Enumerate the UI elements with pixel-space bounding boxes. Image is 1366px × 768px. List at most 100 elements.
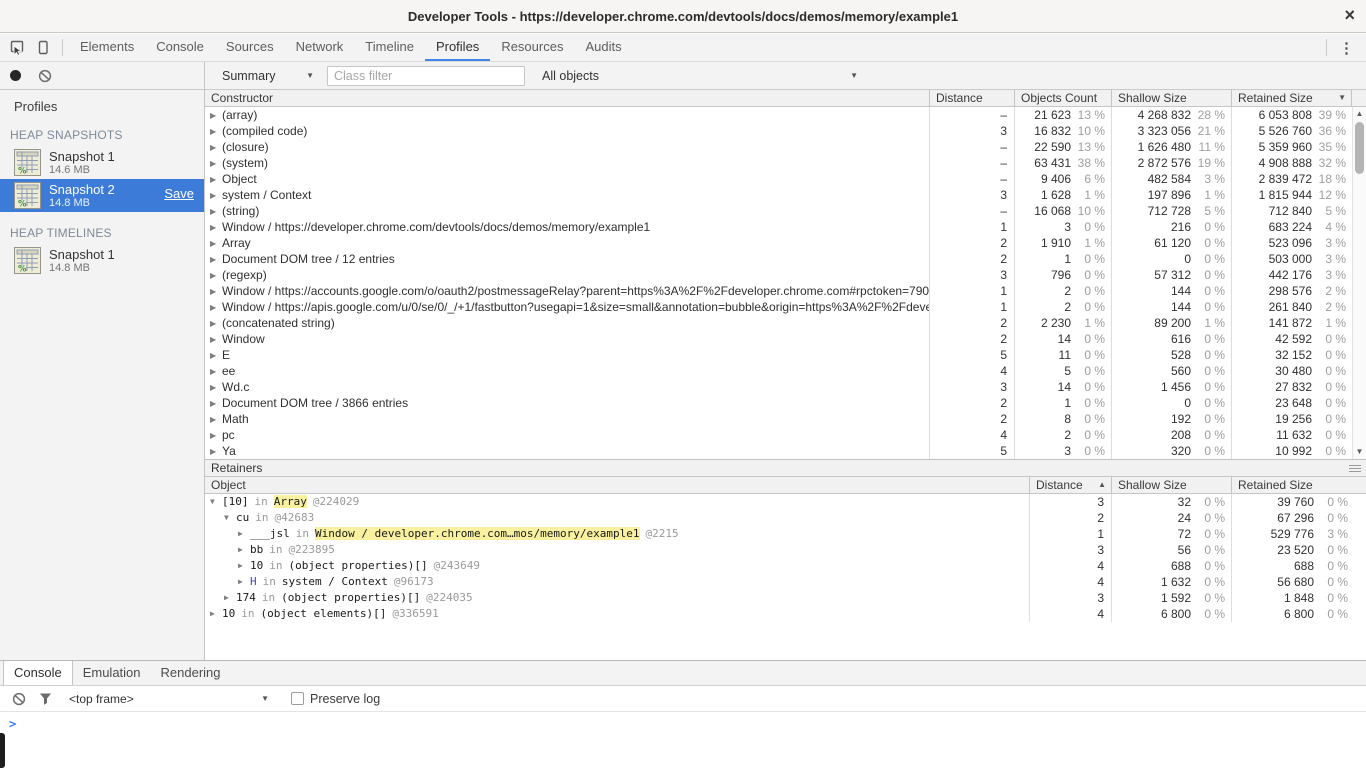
heap-table-row[interactable]: ▶(array)–21 62313 %4 268 83228 %6 053 80… [205,107,1366,123]
tab-profiles[interactable]: Profiles [425,34,490,61]
device-mode-icon[interactable] [30,38,56,58]
expand-arrow-icon[interactable]: ▶ [210,220,222,235]
objects-filter-select[interactable]: All objects ▼ [542,69,858,83]
retainers-row[interactable]: ▶___jslinWindow / developer.chrome.com…m… [205,526,1366,542]
tab-console[interactable]: Console [145,34,215,61]
save-link[interactable]: Save [164,186,194,201]
expand-arrow-icon[interactable]: ▶ [210,108,222,123]
collapse-arrow-icon[interactable]: ▼ [210,494,222,510]
heap-table-row[interactable]: ▶system / Context31 6281 %197 8961 %1 81… [205,187,1366,203]
column-header-distance[interactable]: Distance ▲ [1030,477,1112,493]
expand-arrow-icon[interactable]: ▶ [238,558,250,574]
expand-arrow-icon[interactable]: ▶ [210,316,222,331]
clear-profiles-icon[interactable] [38,69,52,83]
expand-arrow-icon[interactable]: ▶ [210,172,222,187]
heap-table-row[interactable]: ▶Wd.c3140 %1 4560 %27 8320 % [205,379,1366,395]
retainers-row[interactable]: ▶bbin@2238953560 %23 5200 % [205,542,1366,558]
retainers-row[interactable]: ▶10in(object properties)[]@24364946880 %… [205,558,1366,574]
drawer-tab-rendering[interactable]: Rendering [151,661,231,685]
filter-funnel-icon[interactable] [38,691,53,706]
retainers-row[interactable]: ▶10in(object elements)[]@33659146 8000 %… [205,606,1366,622]
preserve-log-checkbox[interactable] [291,692,304,705]
expand-arrow-icon[interactable]: ▶ [210,188,222,203]
heap-table-row[interactable]: ▶pc420 %2080 %11 6320 % [205,427,1366,443]
expand-arrow-icon[interactable]: ▶ [210,236,222,251]
inspect-element-icon[interactable] [4,38,30,58]
tab-elements[interactable]: Elements [69,34,145,61]
expand-arrow-icon[interactable]: ▶ [238,542,250,558]
column-header-retained-size[interactable]: Retained Size ▼ [1232,90,1352,106]
heap-table-row[interactable]: ▶(closure)–22 59013 %1 626 48011 %5 359 … [205,139,1366,155]
column-header-object[interactable]: Object [205,477,1030,493]
heap-table-row[interactable]: ▶Array21 9101 %61 1200 %523 0963 % [205,235,1366,251]
heap-table-row[interactable]: ▶(regexp)37960 %57 3120 %442 1763 % [205,267,1366,283]
scrollbar-thumb[interactable] [1355,122,1364,174]
retainers-row[interactable]: ▶174in(object properties)[]@22403531 592… [205,590,1366,606]
sidebar-item-snapshot[interactable]: %Snapshot 114.8 MB [0,244,204,277]
tab-sources[interactable]: Sources [215,34,285,61]
tab-network[interactable]: Network [285,34,355,61]
column-header-shallow-size[interactable]: Shallow Size [1112,90,1232,106]
heap-table-row[interactable]: ▶ee450 %5600 %30 4800 % [205,363,1366,379]
close-window-icon[interactable]: × [1344,0,1355,31]
heap-table-row[interactable]: ▶Window / https://accounts.google.com/o/… [205,283,1366,299]
expand-arrow-icon[interactable]: ▶ [210,396,222,411]
expand-arrow-icon[interactable]: ▶ [210,380,222,395]
sidebar-item-snapshot[interactable]: %Snapshot 214.8 MBSave [0,179,204,212]
scroll-down-icon[interactable]: ▼ [1353,446,1366,458]
column-header-shallow-size[interactable]: Shallow Size [1112,477,1232,493]
tab-timeline[interactable]: Timeline [354,34,425,61]
heap-table-row[interactable]: ▶(concatenated string)22 2301 %89 2001 %… [205,315,1366,331]
resize-grip-icon[interactable] [1349,465,1361,472]
expand-arrow-icon[interactable]: ▶ [210,364,222,379]
scroll-up-icon[interactable]: ▲ [1353,108,1366,120]
retainers-section-header[interactable]: Retainers [205,459,1366,477]
expand-arrow-icon[interactable]: ▶ [210,412,222,427]
heap-table-row[interactable]: ▶(system)–63 43138 %2 872 57619 %4 908 8… [205,155,1366,171]
drawer-tab-emulation[interactable]: Emulation [73,661,151,685]
heap-table-row[interactable]: ▶Object–9 4066 %482 5843 %2 839 47218 % [205,171,1366,187]
expand-arrow-icon[interactable]: ▶ [210,252,222,267]
expand-arrow-icon[interactable]: ▶ [210,156,222,171]
execution-context-select[interactable]: <top frame> ▼ [69,692,269,706]
collapse-arrow-icon[interactable]: ▼ [224,510,236,526]
heap-table-row[interactable]: ▶Math280 %1920 %19 2560 % [205,411,1366,427]
heap-table-row[interactable]: ▶(string)–16 06810 %712 7285 %712 8405 % [205,203,1366,219]
column-header-retained-size[interactable]: Retained Size [1232,477,1366,493]
expand-arrow-icon[interactable]: ▶ [224,590,236,606]
console-prompt[interactable]: > [0,712,1366,731]
heap-table-row[interactable]: ▶Ya530 %3200 %10 9920 % [205,443,1366,459]
retainers-row[interactable]: ▼cuin@426832240 %67 2960 % [205,510,1366,526]
column-header-constructor[interactable]: Constructor [205,90,930,106]
class-filter-input[interactable] [327,66,525,86]
record-heap-icon[interactable] [10,70,21,81]
heap-table-row[interactable]: ▶Window / https://developer.chrome.com/d… [205,219,1366,235]
clear-console-icon[interactable] [12,692,26,706]
heap-table-row[interactable]: ▶Window2140 %6160 %42 5920 % [205,331,1366,347]
expand-arrow-icon[interactable]: ▶ [210,204,222,219]
heap-table-row[interactable]: ▶Window / https://apis.google.com/u/0/se… [205,299,1366,315]
heap-table-row[interactable]: ▶(compiled code)316 83210 %3 323 05621 %… [205,123,1366,139]
expand-arrow-icon[interactable]: ▶ [210,444,222,459]
expand-arrow-icon[interactable]: ▶ [210,140,222,155]
retainers-row[interactable]: ▶Hinsystem / Context@9617341 6320 %56 68… [205,574,1366,590]
expand-arrow-icon[interactable]: ▶ [210,268,222,283]
heap-table-row[interactable]: ▶E5110 %5280 %32 1520 % [205,347,1366,363]
menu-kebab-icon[interactable]: ⋮ [1333,39,1366,57]
heap-table-row[interactable]: ▶Document DOM tree / 3866 entries210 %00… [205,395,1366,411]
expand-arrow-icon[interactable]: ▶ [210,124,222,139]
expand-arrow-icon[interactable]: ▶ [238,526,250,542]
expand-arrow-icon[interactable]: ▶ [210,606,222,622]
vertical-scrollbar[interactable]: ▲ ▼ [1352,107,1366,459]
tab-resources[interactable]: Resources [490,34,574,61]
retainers-row[interactable]: ▼[10]inArray@2240293320 %39 7600 % [205,494,1366,510]
drawer-tab-console[interactable]: Console [3,661,73,685]
expand-arrow-icon[interactable]: ▶ [238,574,250,590]
expand-arrow-icon[interactable]: ▶ [210,428,222,443]
sidebar-item-snapshot[interactable]: %Snapshot 114.6 MB [0,146,204,179]
column-header-distance[interactable]: Distance [930,90,1015,106]
expand-arrow-icon[interactable]: ▶ [210,332,222,347]
expand-arrow-icon[interactable]: ▶ [210,348,222,363]
heap-table-row[interactable]: ▶Document DOM tree / 12 entries210 %00 %… [205,251,1366,267]
tab-audits[interactable]: Audits [574,34,632,61]
